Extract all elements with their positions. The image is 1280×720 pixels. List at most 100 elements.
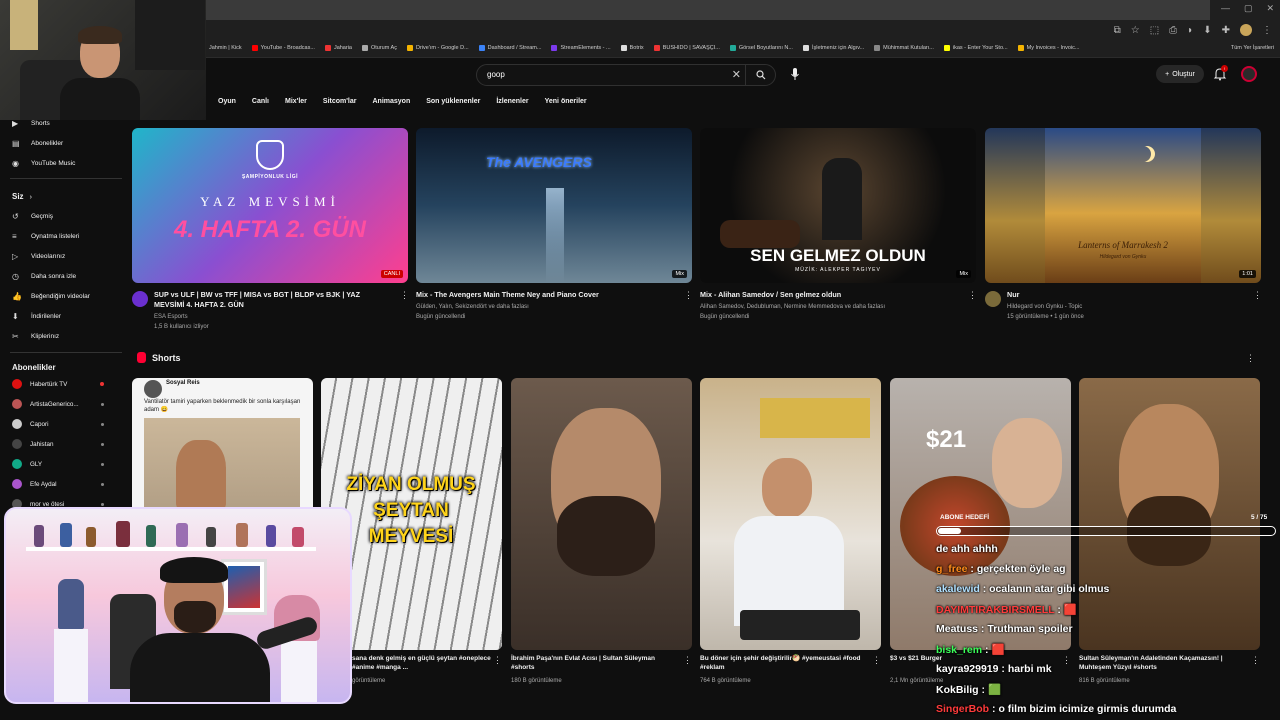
more-options-icon[interactable]: ⋮ (493, 655, 502, 666)
extension-icon[interactable]: ⬚ (1150, 25, 1159, 36)
chat-message: SingerBob : o film bizim icimize girmis … (936, 703, 1176, 715)
sidebar-item-clock[interactable]: ◷ Daha sonra izle (12, 272, 76, 281)
close-icon[interactable]: ✕ (1266, 3, 1274, 14)
create-button[interactable]: + Oluştur (1156, 65, 1204, 83)
bookmark-item[interactable]: ikas - Enter Your Sto... (943, 45, 1008, 51)
search-box[interactable]: goop ✕ (476, 64, 776, 86)
bookmark-item[interactable]: Dashboard / Stream... (478, 45, 541, 51)
video-title[interactable]: Mix - Alihan Samedov / Sen gelmez oldun (700, 290, 955, 300)
channel-avatar[interactable] (132, 291, 148, 307)
menu-icon[interactable]: ⋮ (1262, 25, 1272, 36)
microphone-icon[interactable] (790, 67, 800, 81)
chip-filter[interactable]: Son yüklenenler (418, 96, 488, 107)
chip-filter[interactable]: Oyun (210, 96, 244, 107)
video-title[interactable]: Mix - The Avengers Main Theme Ney and Pi… (416, 290, 671, 300)
sidebar-item-download[interactable]: ⬇ İndirilenler (12, 312, 61, 321)
sidebar-item-shorts[interactable]: ▶ Shorts (12, 119, 50, 128)
puzzle-icon[interactable]: ✚ (1222, 25, 1230, 36)
short-title[interactable]: sana denk gelmiş en güçlü şeytan #oneple… (352, 654, 492, 672)
bookmark-item[interactable]: BUSHIDO | SAVAŞÇI... (653, 45, 720, 51)
sidebar-item-playlist[interactable]: ≡ Oynatma listeleri (12, 232, 79, 241)
chip-filter[interactable]: Animasyon (365, 96, 419, 107)
short-title[interactable]: Sultan Süleyman'ın Adaletinden Kaçamazsı… (1079, 654, 1247, 672)
more-options-icon[interactable]: ⋮ (1062, 655, 1071, 666)
you-section-heading[interactable]: Siz › (12, 192, 32, 201)
subscription-item[interactable]: ArtistaGenerico... (12, 399, 104, 409)
subscription-item[interactable]: Capori (12, 419, 104, 429)
video-title[interactable]: SUP vs ULF | BW vs TFF | MISA vs BGT | B… (154, 290, 387, 310)
sidebar-item-scissors[interactable]: ✂ Kliplerinız (12, 332, 59, 341)
video-thumbnail[interactable]: ŞAMPİYONLUK LİGİ YAZ MEVSİMİ 4. HAFTA 2. G… (132, 128, 408, 283)
short-title[interactable]: Bu döner için şehir değiştirilir🥙 #yemeu… (700, 654, 868, 672)
maximize-icon[interactable]: ▢ (1244, 3, 1253, 14)
profile-avatar[interactable] (1240, 24, 1252, 36)
bookmark-item[interactable]: Jahmin | Kick (200, 45, 242, 51)
account-avatar[interactable] (1241, 66, 1257, 82)
sidebar-item-video[interactable]: ▷ Videolarınız (12, 252, 65, 261)
video-channel[interactable]: Hildegard von Gynku - Topic (1007, 302, 1243, 312)
video-channel[interactable]: Alihan Samedov, Dedubluman, Nermine Memm… (700, 302, 958, 312)
clear-search-icon[interactable]: ✕ (732, 68, 741, 81)
video-card[interactable]: Lanterns of Marrakesh 2 Hildegard von Gyn… (985, 128, 1262, 338)
bookmark-item[interactable]: Mühimmat Kutuları... (874, 45, 934, 51)
chip-filter[interactable]: Yeni öneriler (537, 96, 595, 107)
channel-avatar[interactable] (985, 291, 1001, 307)
bookmark-item[interactable]: My Invoices - Invoic... (1017, 45, 1080, 51)
bookmark-item[interactable]: YouTube - Broadcas... (251, 45, 315, 51)
subscription-item[interactable]: Habertürk TV (12, 379, 104, 389)
video-thumbnail[interactable]: SEN GELMEZ OLDUN MÜZİK: ALEKPER TAGIYEV Mi… (700, 128, 976, 283)
short-card[interactable] (1079, 378, 1260, 650)
chat-username: KokBilig (936, 684, 979, 696)
more-options-icon[interactable]: ⋮ (872, 655, 881, 666)
video-thumbnail[interactable]: Lanterns of Marrakesh 2 Hildegard von Gyn… (985, 128, 1261, 283)
video-meta: Bugün güncellendi (416, 314, 466, 320)
sidebar-item-like[interactable]: 👍 Beğendiğim videolar (12, 292, 90, 301)
sidebar-item-history[interactable]: ↺ Geçmiş (12, 212, 53, 221)
search-button[interactable] (745, 65, 775, 85)
more-options-icon[interactable]: ⋮ (1253, 290, 1262, 301)
video-thumbnail[interactable]: The AVENGERS Mix (416, 128, 692, 283)
more-options-icon[interactable]: ⋮ (1251, 655, 1260, 666)
short-card[interactable] (700, 378, 881, 650)
video-card[interactable]: The AVENGERS Mix Mix - The Avengers Main T… (416, 128, 693, 338)
download-icon[interactable]: ⬇ (1203, 25, 1211, 36)
more-options-icon[interactable]: ⋮ (683, 655, 692, 666)
bookmark-item[interactable]: StreamElements - ... (551, 45, 611, 51)
bookmark-item[interactable]: Drive'ım - Google D... (406, 45, 469, 51)
more-options-icon[interactable]: ⋮ (684, 290, 693, 301)
chip-filter[interactable]: Sitcom'lar (315, 96, 365, 107)
short-card[interactable] (511, 378, 692, 650)
bookmark-item[interactable]: Oturum Aç (361, 45, 397, 51)
video-channel[interactable]: ESA Esports (154, 312, 390, 322)
printer-icon[interactable]: ⎙ (1169, 25, 1177, 36)
subscription-item[interactable]: GLY (12, 459, 104, 469)
search-input[interactable]: goop (487, 70, 505, 79)
bookmark-item[interactable]: Jaharia (324, 45, 352, 51)
subscription-item[interactable]: Efe Aydal (12, 479, 104, 489)
scissors-icon: ✂ (12, 332, 19, 341)
shorts-more-icon[interactable]: ⋮ (1246, 353, 1255, 364)
video-card[interactable]: ŞAMPİYONLUK LİGİ YAZ MEVSİMİ 4. HAFTA 2. G… (132, 128, 409, 338)
more-options-icon[interactable]: ⋮ (968, 290, 977, 301)
all-bookmarks-link[interactable]: Tüm Yer İşaretleri (1231, 45, 1274, 51)
sidebar-item-subscriptions[interactable]: ▤ Abonelikler (12, 139, 63, 148)
cast-icon[interactable]: ⧉ (1114, 25, 1121, 36)
video-title[interactable]: Nur (1007, 290, 1240, 300)
star-icon[interactable]: ☆ (1131, 25, 1140, 36)
audio-icon[interactable]: ◗ (1187, 25, 1193, 36)
shorts-section-header: Shorts (137, 352, 181, 363)
short-title[interactable]: İbrahim Paşa'nın Evlat Acısı | Sultan Sü… (511, 654, 679, 672)
chip-filter[interactable]: Mix'ler (277, 96, 315, 107)
active-tab[interactable] (206, 0, 1210, 20)
sidebar-item-music[interactable]: ◉ YouTube Music (12, 159, 75, 168)
video-channel[interactable]: Gülden, Yalın, Sekizendört ve daha fazla… (416, 302, 674, 312)
video-card[interactable]: SEN GELMEZ OLDUN MÜZİK: ALEKPER TAGIYEV Mi… (700, 128, 977, 338)
chip-filter[interactable]: Canlı (244, 96, 277, 107)
more-options-icon[interactable]: ⋮ (400, 290, 409, 301)
bookmark-item[interactable]: Görsel Boyutlarını N... (729, 45, 793, 51)
chip-filter[interactable]: İzlenenler (488, 96, 536, 107)
minimize-icon[interactable]: — (1221, 3, 1230, 14)
bookmark-item[interactable]: Botrix (620, 45, 644, 51)
subscription-item[interactable]: Jahistan (12, 439, 104, 449)
bookmark-item[interactable]: İşletmeniz için Algıv... (802, 45, 864, 51)
